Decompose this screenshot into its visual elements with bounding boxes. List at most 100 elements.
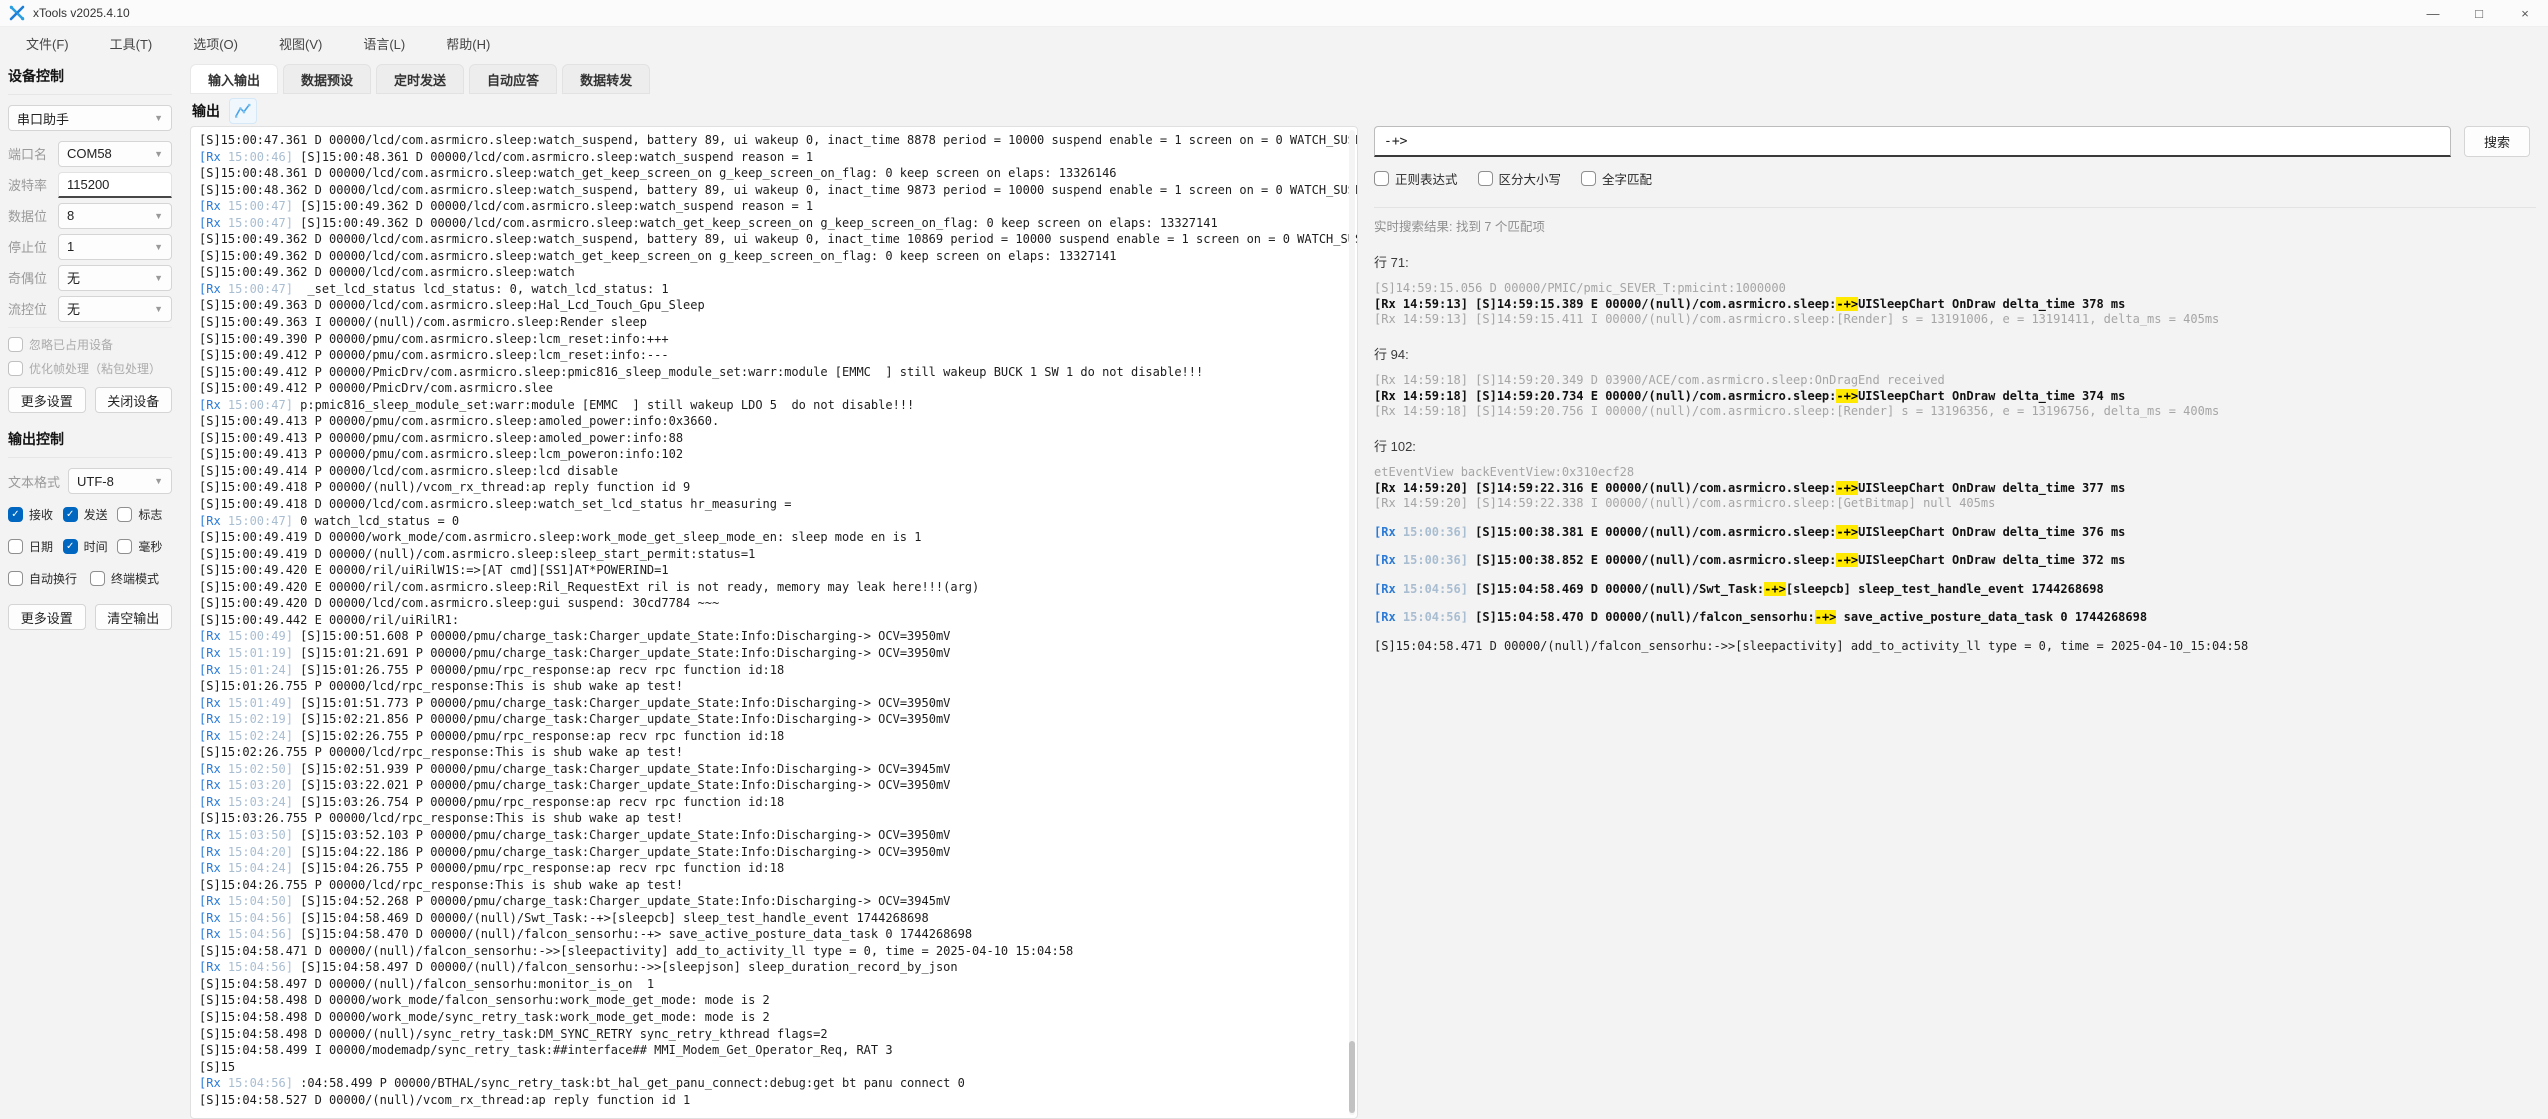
maximize-button[interactable]: □ bbox=[2456, 0, 2502, 26]
search-button[interactable]: 搜索 bbox=[2464, 126, 2530, 157]
chevron-down-icon: ▼ bbox=[154, 273, 163, 283]
text-format-select[interactable]: UTF-8 ▼ bbox=[68, 468, 172, 494]
device-option-checkbox[interactable]: 忽略已占用设备 bbox=[8, 336, 172, 353]
minimize-button[interactable]: — bbox=[2410, 0, 2456, 26]
field-value: 无 bbox=[67, 268, 80, 287]
result-line: [Rx 15:00:36] [S]15:00:38.852 E 00000/(n… bbox=[1374, 553, 2536, 569]
unchecked-checkbox-icon[interactable] bbox=[117, 539, 132, 554]
search-option-checkbox[interactable]: 全字匹配 bbox=[1581, 169, 1652, 188]
checkbox-label: 终端模式 bbox=[111, 570, 159, 587]
数据位-select[interactable]: 8▼ bbox=[58, 203, 172, 229]
unchecked-checkbox-icon[interactable] bbox=[1478, 171, 1493, 186]
log-scrollbar[interactable] bbox=[1349, 130, 1355, 1115]
log-line: [S]15:00:49.390 P 00000/pmu/com.asrmicro… bbox=[199, 331, 1357, 348]
log-line: [Rx 15:04:56] [S]15:04:58.469 D 00000/(n… bbox=[199, 910, 1357, 927]
checked-checkbox-icon[interactable]: ✓ bbox=[8, 507, 23, 522]
checkbox-label: 时间 bbox=[84, 538, 108, 555]
search-option-checkbox[interactable]: 区分大小写 bbox=[1478, 169, 1562, 188]
more-settings-button[interactable]: 更多设置 bbox=[8, 387, 86, 413]
rx-prefix: [Rx bbox=[199, 861, 221, 875]
output-option-cell: 自动换行 bbox=[8, 570, 90, 594]
unchecked-checkbox-icon[interactable] bbox=[8, 361, 23, 376]
流控位-select[interactable]: 无▼ bbox=[58, 296, 172, 322]
checkbox-label: 毫秒 bbox=[138, 538, 162, 555]
log-line: [Rx 15:04:56] [S]15:04:58.470 D 00000/(n… bbox=[199, 926, 1357, 943]
result-line: [S]15:04:58.471 D 00000/(null)/falcon_se… bbox=[1374, 639, 2536, 655]
menu-bar: 文件(F) 工具(T) 选项(O) 视图(V) 语言(L) 帮助(H) bbox=[0, 27, 2548, 60]
menu-item-5[interactable]: 帮助(H) bbox=[440, 30, 496, 57]
log-line: [S]15:00:49.413 P 00000/pmu/com.asrmicro… bbox=[199, 413, 1357, 430]
unchecked-checkbox-icon[interactable] bbox=[1374, 171, 1389, 186]
menu-item-4[interactable]: 语言(L) bbox=[357, 30, 411, 57]
chevron-down-icon: ▼ bbox=[154, 113, 163, 123]
output-option-checkbox[interactable]: 日期 bbox=[8, 538, 63, 555]
unchecked-checkbox-icon[interactable] bbox=[8, 539, 23, 554]
search-option-checkbox[interactable]: 正则表达式 bbox=[1374, 169, 1458, 188]
output-more-settings-button[interactable]: 更多设置 bbox=[8, 604, 86, 630]
menu-item-2[interactable]: 选项(O) bbox=[187, 30, 244, 57]
tab-数据预设[interactable]: 数据预设 bbox=[283, 64, 371, 94]
log-line: [Rx 15:04:56] [S]15:04:58.497 D 00000/(n… bbox=[199, 959, 1357, 976]
search-input[interactable]: -+> bbox=[1374, 126, 2451, 157]
log-scrollbar-thumb[interactable] bbox=[1349, 1041, 1355, 1113]
log-line: [Rx 15:03:20] [S]15:03:22.021 P 00000/pm… bbox=[199, 777, 1357, 794]
tab-数据转发[interactable]: 数据转发 bbox=[562, 64, 650, 94]
unchecked-checkbox-icon[interactable] bbox=[8, 571, 23, 586]
tab-定时发送[interactable]: 定时发送 bbox=[376, 64, 464, 94]
device-option-checkbox[interactable]: 优化帧处理（粘包处理） bbox=[8, 360, 172, 377]
app-logo-icon bbox=[9, 5, 25, 21]
output-option-checkbox[interactable]: 自动换行 bbox=[8, 570, 90, 587]
log-line: [S]15:00:49.362 D 00000/lcd/com.asrmicro… bbox=[199, 248, 1357, 265]
result-line: [Rx 14:59:13] [S]14:59:15.389 E 00000/(n… bbox=[1374, 297, 2536, 313]
奇偶位-select[interactable]: 无▼ bbox=[58, 265, 172, 291]
output-option-checkbox[interactable]: ✓ 时间 bbox=[63, 538, 118, 555]
rx-prefix: [Rx bbox=[1374, 582, 1396, 596]
log-line: [Rx 15:04:56] :04:58.499 P 00000/BTHAL/s… bbox=[199, 1075, 1357, 1092]
log-line: [Rx 15:01:24] [S]15:01:26.755 P 00000/pm… bbox=[199, 662, 1357, 679]
device-options: 忽略已占用设备优化帧处理（粘包处理） bbox=[8, 336, 172, 377]
checked-checkbox-icon[interactable]: ✓ bbox=[63, 539, 78, 554]
log-line: [S]15:04:58.498 D 00000/(null)/sync_retr… bbox=[199, 1026, 1357, 1043]
rx-timestamp: 15:02:19] bbox=[221, 712, 293, 726]
search-panel: -+> 搜索 正则表达式 区分大小写全字匹配 实时搜索结果: 找到 7 个匹配项行… bbox=[1374, 126, 2536, 1119]
output-option-checkbox[interactable]: 终端模式 bbox=[90, 570, 172, 587]
rx-prefix: [Rx bbox=[1374, 610, 1396, 624]
search-results[interactable]: 实时搜索结果: 找到 7 个匹配项行 71:[S]14:59:15.056 D … bbox=[1374, 207, 2536, 654]
log-line: [S]15:00:49.420 E 00000/ril/com.asrmicro… bbox=[199, 579, 1357, 596]
clear-output-button[interactable]: 清空输出 bbox=[95, 604, 173, 630]
unchecked-checkbox-icon[interactable] bbox=[1581, 171, 1596, 186]
menu-item-1[interactable]: 工具(T) bbox=[104, 30, 159, 57]
device-type-select[interactable]: 串口助手 ▼ bbox=[8, 105, 172, 131]
chevron-down-icon: ▼ bbox=[154, 149, 163, 159]
log-line: [S]15:00:48.362 D 00000/lcd/com.asrmicro… bbox=[199, 182, 1357, 199]
log-line: [S]15:04:58.527 D 00000/(null)/vcom_rx_t… bbox=[199, 1092, 1357, 1109]
rx-prefix: [Rx bbox=[199, 960, 221, 974]
unchecked-checkbox-icon[interactable] bbox=[117, 507, 132, 522]
menu-item-3[interactable]: 视图(V) bbox=[273, 30, 328, 57]
unchecked-checkbox-icon[interactable] bbox=[8, 337, 23, 352]
rx-timestamp: 15:00:47] bbox=[221, 282, 293, 296]
log-line: [S]15:00:49.413 P 00000/pmu/com.asrmicro… bbox=[199, 446, 1357, 463]
tab-输入输出[interactable]: 输入输出 bbox=[190, 64, 278, 94]
close-device-button[interactable]: 关闭设备 bbox=[95, 387, 173, 413]
tab-自动应答[interactable]: 自动应答 bbox=[469, 64, 557, 94]
output-option-checkbox[interactable]: 毫秒 bbox=[117, 538, 172, 555]
output-option-checkbox[interactable]: ✓接收 bbox=[8, 506, 63, 523]
output-section-title: 输出 bbox=[192, 101, 220, 121]
highlighted-match: -+> bbox=[1836, 553, 1858, 567]
端口名-select[interactable]: COM58▼ bbox=[58, 141, 172, 167]
close-button[interactable]: × bbox=[2502, 0, 2548, 26]
rx-prefix: [Rx bbox=[199, 216, 221, 230]
停止位-select[interactable]: 1▼ bbox=[58, 234, 172, 260]
output-option-checkbox[interactable]: ✓发送 bbox=[63, 506, 118, 523]
output-option-cell: ✓发送 bbox=[63, 506, 118, 530]
checked-checkbox-icon[interactable]: ✓ bbox=[63, 507, 78, 522]
output-option-checkbox[interactable]: 标志 bbox=[117, 506, 172, 523]
chart-view-button[interactable] bbox=[229, 98, 257, 124]
serial-log-output[interactable]: [S]15:00:47.361 D 00000/lcd/com.asrmicro… bbox=[190, 126, 1358, 1119]
rx-timestamp: 15:04:56] bbox=[221, 1076, 293, 1090]
baudrate-input[interactable]: 115200 bbox=[58, 172, 172, 198]
unchecked-checkbox-icon[interactable] bbox=[90, 571, 105, 586]
menu-item-0[interactable]: 文件(F) bbox=[20, 30, 75, 57]
rx-prefix: [Rx bbox=[199, 712, 221, 726]
